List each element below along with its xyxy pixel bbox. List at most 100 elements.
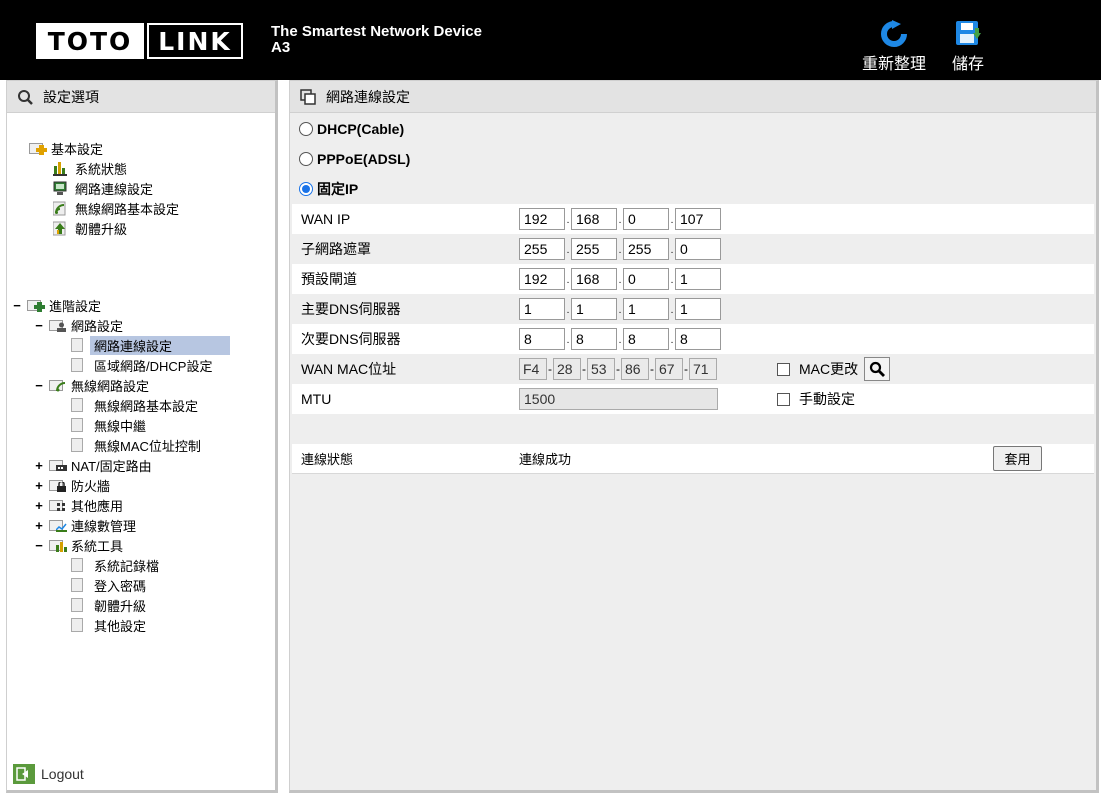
collapse-toggle[interactable]: − — [11, 298, 23, 313]
tree-label: 韌體升級 — [94, 598, 147, 614]
mac-change-checkbox[interactable] — [777, 362, 790, 376]
tree-label: 基本設定 — [51, 141, 104, 157]
tree-other-apps[interactable]: + 其他應用 — [33, 495, 123, 515]
tree-label: 其他應用 — [71, 498, 124, 514]
page-icon — [71, 398, 83, 412]
dns1-octet-2[interactable]: 1 — [571, 298, 617, 320]
row-primary-dns: 主要DNS伺服器 1. 1. 1. 1 — [292, 294, 1094, 324]
dns1-octet-4[interactable]: 1 — [675, 298, 721, 320]
dns2-octet-4[interactable]: 8 — [675, 328, 721, 350]
mac-change-label: MAC更改 — [799, 361, 859, 377]
search-icon — [870, 361, 886, 377]
tree-firewall[interactable]: + 防火牆 — [33, 475, 110, 495]
dns2-octet-1[interactable]: 8 — [519, 328, 565, 350]
tree-item-wireless-repeater[interactable]: 無線中繼 — [71, 415, 146, 435]
gateway-octet-4[interactable]: 1 — [675, 268, 721, 290]
refresh-label: 重新整理 — [862, 56, 927, 73]
form-spacer — [292, 414, 1094, 444]
apply-button[interactable]: 套用 — [993, 446, 1042, 471]
status-value: 連線成功 — [519, 452, 572, 467]
collapse-toggle[interactable]: − — [33, 318, 45, 333]
wan-ip-octet-4[interactable]: 107 — [675, 208, 721, 230]
field-label: WAN MAC位址 — [301, 361, 397, 377]
tree-item-network-connection[interactable]: 網路連線設定 — [53, 178, 153, 198]
tree-label: 網路連線設定 — [90, 335, 230, 355]
folder-icon — [49, 378, 67, 392]
row-mtu: MTU 1500 手動設定 — [292, 384, 1094, 414]
tree-item-wireless-basic[interactable]: 無線網路基本設定 — [53, 198, 179, 218]
tree-label: 系統記錄檔 — [94, 558, 160, 574]
dns1-octet-3[interactable]: 1 — [623, 298, 669, 320]
subnet-octet-1[interactable]: 255 — [519, 238, 565, 260]
field-label: WAN IP — [301, 211, 351, 227]
refresh-button[interactable]: 重新整理 — [862, 20, 926, 74]
gateway-octet-3[interactable]: 0 — [623, 268, 669, 290]
mac-part-4: 86 — [621, 358, 649, 380]
tree-item-firmware-upgrade-adv[interactable]: 韌體升級 — [71, 595, 146, 615]
mode-label: PPPoE(ADSL) — [317, 151, 411, 167]
folder-icon — [49, 498, 67, 512]
wan-ip-octet-2[interactable]: 168 — [571, 208, 617, 230]
row-secondary-dns: 次要DNS伺服器 8. 8. 8. 8 — [292, 324, 1094, 354]
subnet-octet-4[interactable]: 0 — [675, 238, 721, 260]
tree-item-other-settings[interactable]: 其他設定 — [71, 615, 146, 635]
dns1-octet-1[interactable]: 1 — [519, 298, 565, 320]
tree-item-network-connection-selected[interactable]: 網路連線設定 — [71, 335, 230, 355]
mtu-manual-checkbox[interactable] — [777, 392, 790, 406]
tree-wireless-settings[interactable]: − 無線網路設定 — [33, 375, 149, 395]
radio-pppoe[interactable] — [299, 152, 313, 166]
logout-link[interactable]: Logout — [13, 764, 84, 784]
gateway-octet-1[interactable]: 192 — [519, 268, 565, 290]
tree-nat-routing[interactable]: + NAT/固定路由 — [33, 455, 151, 475]
save-label: 儲存 — [952, 56, 985, 73]
main-panel: 網路連線設定 DHCP(Cable) PPPoE(ADSL) 固定IP WAN … — [289, 80, 1099, 793]
save-button[interactable]: 儲存 — [952, 20, 984, 74]
tree-connection-management[interactable]: + 連線數管理 — [33, 515, 136, 535]
dns2-octet-3[interactable]: 8 — [623, 328, 669, 350]
tree-item-login-password[interactable]: 登入密碼 — [71, 575, 146, 595]
lock-icon — [49, 478, 67, 492]
monitor-icon — [53, 181, 67, 195]
page-icon — [71, 418, 83, 432]
tree-network-settings[interactable]: − 網路設定 — [33, 315, 123, 335]
mac-scan-button[interactable] — [864, 357, 891, 381]
magnifier-icon — [18, 89, 33, 105]
page-icon — [71, 558, 83, 572]
expand-toggle[interactable]: + — [33, 518, 45, 533]
field-label: 預設閘道 — [301, 271, 357, 287]
expand-toggle[interactable]: + — [33, 458, 45, 473]
tree-label: 區域網路/DHCP設定 — [94, 358, 213, 374]
tree-item-wireless-mac-filter[interactable]: 無線MAC位址控制 — [71, 435, 201, 455]
tree-advanced-settings[interactable]: − 進階設定 — [11, 295, 101, 315]
collapse-toggle[interactable]: − — [33, 538, 45, 553]
save-icon — [956, 21, 981, 45]
tree-item-system-log[interactable]: 系統記錄檔 — [71, 555, 159, 575]
tree-item-system-status[interactable]: 系統狀態 — [53, 158, 127, 178]
radio-static-ip[interactable] — [299, 182, 313, 196]
logout-icon — [13, 764, 35, 784]
subnet-octet-3[interactable]: 255 — [623, 238, 669, 260]
tree-basic-settings[interactable]: 基本設定 — [29, 138, 103, 158]
dns2-octet-2[interactable]: 8 — [571, 328, 617, 350]
tree-item-lan-dhcp[interactable]: 區域網路/DHCP設定 — [71, 355, 212, 375]
mode-pppoe[interactable]: PPPoE(ADSL) — [292, 144, 1094, 174]
mode-label: 固定IP — [317, 181, 359, 197]
wan-ip-octet-3[interactable]: 0 — [623, 208, 669, 230]
gateway-octet-2[interactable]: 168 — [571, 268, 617, 290]
mode-dhcp[interactable]: DHCP(Cable) — [292, 114, 1094, 144]
expand-toggle[interactable]: + — [33, 478, 45, 493]
mode-static-ip[interactable]: 固定IP — [292, 174, 1094, 204]
tree-label: 網路設定 — [71, 318, 124, 334]
tree-item-firmware-upgrade[interactable]: 韌體升級 — [53, 218, 127, 238]
subnet-octet-2[interactable]: 255 — [571, 238, 617, 260]
expand-toggle[interactable]: + — [33, 498, 45, 513]
collapse-toggle[interactable]: − — [33, 378, 45, 393]
tree-system-tools[interactable]: − 系統工具 — [33, 535, 123, 555]
mac-part-2: 28 — [553, 358, 581, 380]
folder-icon — [49, 318, 67, 332]
tree-item-wireless-basic-adv[interactable]: 無線網路基本設定 — [71, 395, 198, 415]
row-wan-ip: WAN IP 192. 168. 0. 107 — [292, 204, 1094, 234]
field-label: MTU — [301, 391, 332, 407]
radio-dhcp[interactable] — [299, 122, 313, 136]
wan-ip-octet-1[interactable]: 192 — [519, 208, 565, 230]
